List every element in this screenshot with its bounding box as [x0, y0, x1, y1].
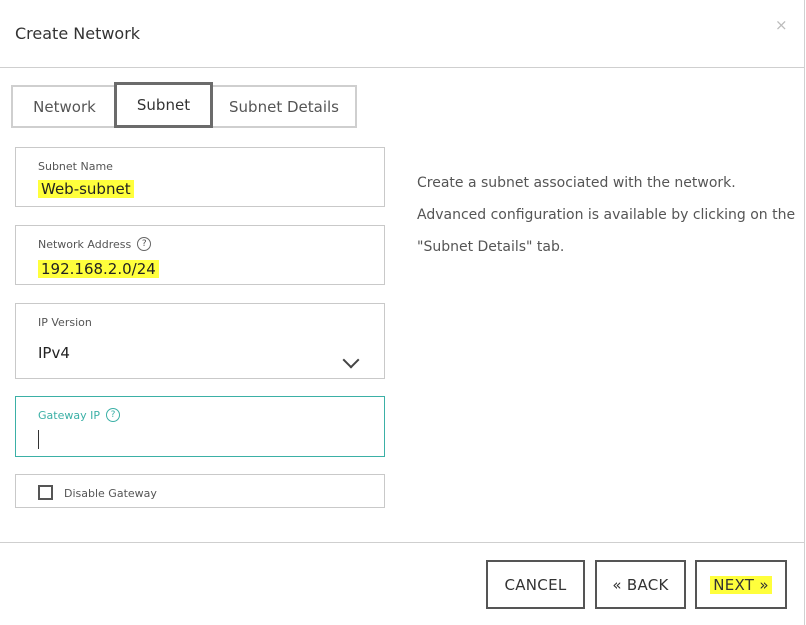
tab-network[interactable]: Network — [11, 85, 118, 128]
help-icon[interactable]: ? — [105, 408, 120, 422]
next-button-label: NEXT » — [710, 575, 772, 594]
description-line-1: Create a subnet associated with the netw… — [417, 175, 736, 191]
gateway-ip-field[interactable]: Gateway IP ? — [15, 396, 385, 457]
ip-version-value: IPv4 — [38, 344, 70, 362]
footer-divider — [0, 542, 804, 543]
network-address-field[interactable]: Network Address ? 192.168.2.0/24 — [15, 225, 385, 285]
network-address-label: Network Address — [38, 237, 132, 251]
subnet-name-label: Subnet Name — [38, 160, 113, 173]
disable-gateway-checkbox[interactable] — [38, 485, 53, 500]
next-button[interactable]: NEXT » — [695, 560, 787, 609]
network-address-label-row: Network Address ? — [38, 237, 152, 251]
gateway-ip-label: Gateway IP — [38, 408, 100, 422]
ip-version-label: IP Version — [38, 316, 92, 329]
network-address-text: 192.168.2.0/24 — [38, 260, 159, 278]
tab-subnet[interactable]: Subnet — [114, 82, 213, 128]
text-cursor — [38, 430, 39, 449]
create-network-dialog: Create Network × Network Subnet Subnet D… — [0, 0, 805, 625]
disable-gateway-label[interactable]: Disable Gateway — [64, 487, 157, 500]
cancel-button[interactable]: CANCEL — [486, 560, 585, 609]
subnet-name-value[interactable]: Web-subnet — [38, 180, 134, 198]
close-icon[interactable]: × — [775, 16, 788, 34]
tab-subnet-details[interactable]: Subnet Details — [211, 85, 357, 128]
network-address-value[interactable]: 192.168.2.0/24 — [38, 260, 159, 278]
description-line-3: "Subnet Details" tab. — [417, 239, 565, 255]
dialog-title: Create Network — [15, 24, 141, 43]
subnet-name-text: Web-subnet — [38, 180, 134, 198]
subnet-description: Create a subnet associated with the netw… — [417, 167, 797, 263]
header-divider — [0, 67, 804, 68]
ip-version-select[interactable]: IP Version IPv4 — [15, 303, 385, 379]
gateway-ip-input[interactable] — [36, 428, 366, 450]
gateway-ip-label-row: Gateway IP ? — [38, 408, 120, 422]
chevron-down-icon[interactable] — [342, 351, 360, 369]
description-line-2: Advanced configuration is available by c… — [417, 207, 796, 223]
help-icon[interactable]: ? — [137, 237, 152, 251]
back-button[interactable]: « BACK — [595, 560, 686, 609]
disable-gateway-row: Disable Gateway — [15, 474, 385, 508]
subnet-name-field[interactable]: Subnet Name Web-subnet — [15, 147, 385, 207]
